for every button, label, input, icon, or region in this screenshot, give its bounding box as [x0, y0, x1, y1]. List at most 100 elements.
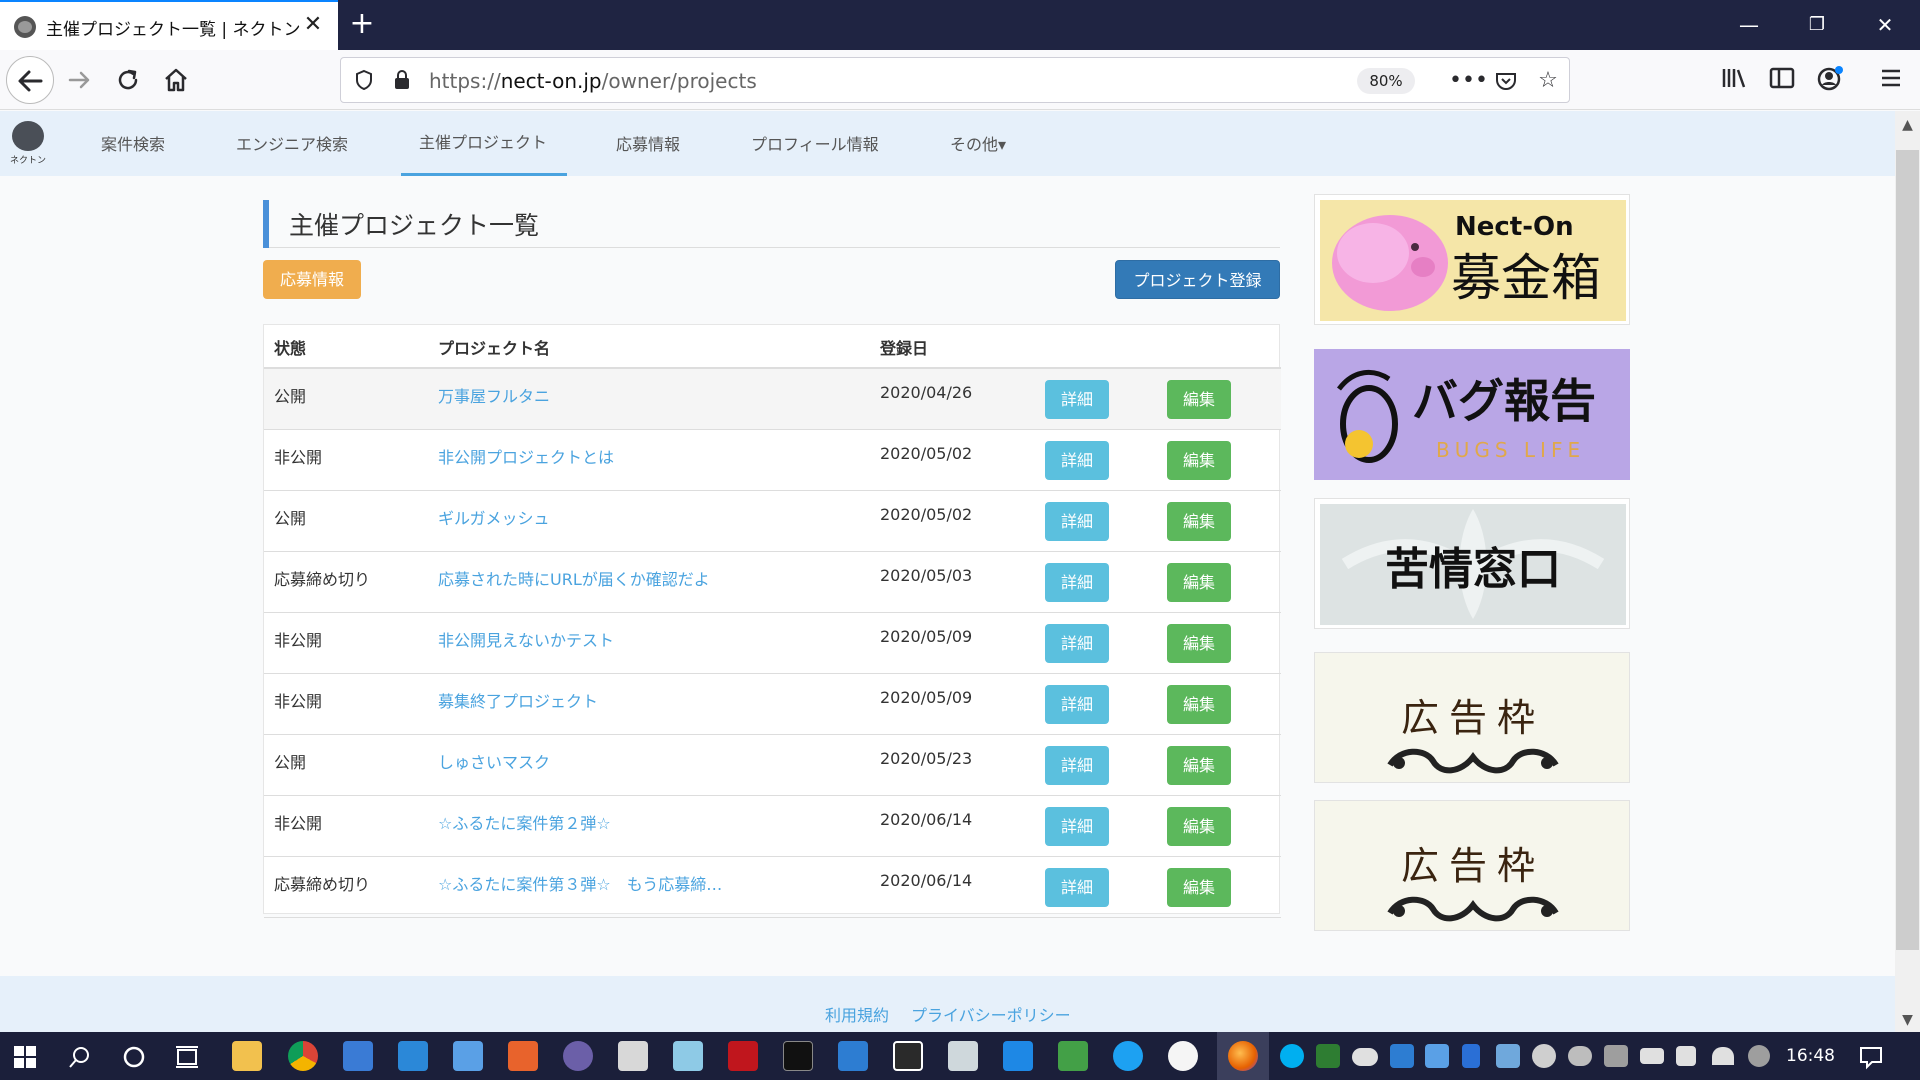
banner-donation-box[interactable]: Nect-On 募金箱	[1314, 194, 1630, 325]
tracking-shield-icon[interactable]	[355, 69, 373, 91]
app-icon[interactable]	[838, 1041, 868, 1071]
url-bar[interactable]: https://nect-on.jp/owner/projects 80% ••…	[340, 57, 1570, 103]
tray-icon[interactable]	[1390, 1044, 1414, 1068]
window-close-button[interactable]: ✕	[1852, 0, 1918, 50]
security-tray-icon[interactable]	[1316, 1044, 1340, 1068]
store-icon[interactable]	[343, 1041, 373, 1071]
account-icon[interactable]	[1814, 64, 1846, 96]
row-detail-button[interactable]: 詳細	[1045, 380, 1109, 419]
row-edit-button[interactable]: 編集	[1167, 563, 1231, 602]
banner-ad-slot-2[interactable]: 広告枠	[1314, 800, 1630, 931]
nav-item-applications[interactable]: 応募情報	[616, 131, 680, 155]
taskbar-search-icon[interactable]	[68, 1045, 92, 1069]
scrollbar-thumb[interactable]	[1896, 150, 1919, 950]
row-detail-button[interactable]: 詳細	[1045, 685, 1109, 724]
applications-button[interactable]: 応募情報	[263, 260, 361, 299]
tray-icon[interactable]	[1496, 1044, 1520, 1068]
tray-icon[interactable]	[1532, 1044, 1556, 1068]
windows-start-icon[interactable]	[14, 1046, 36, 1068]
onedrive-tray-icon[interactable]	[1352, 1048, 1378, 1066]
banner-bug-report[interactable]: バグ報告 BUGS LIFE	[1314, 349, 1630, 480]
app-icon[interactable]	[563, 1041, 593, 1071]
task-view-icon[interactable]	[174, 1045, 200, 1069]
row-detail-button[interactable]: 詳細	[1045, 746, 1109, 785]
reload-button[interactable]	[112, 64, 144, 96]
terminal-icon[interactable]	[783, 1041, 813, 1071]
bluetooth-tray-icon[interactable]	[1462, 1044, 1480, 1068]
app-icon[interactable]	[1058, 1041, 1088, 1071]
app-icon[interactable]	[398, 1041, 428, 1071]
nav-item-profile[interactable]: プロフィール情報	[751, 131, 879, 155]
scroll-up-icon[interactable]: ▲	[1895, 113, 1920, 138]
tab-close-icon[interactable]: ✕	[300, 12, 326, 38]
app-icon[interactable]	[728, 1041, 758, 1071]
nav-item-job-search[interactable]: 案件検索	[101, 131, 165, 155]
volume-tray-icon[interactable]	[1676, 1046, 1696, 1066]
star-icon[interactable]: ☆	[1533, 66, 1563, 96]
app-icon[interactable]	[618, 1041, 648, 1071]
itunes-icon[interactable]	[1168, 1041, 1198, 1071]
row-project-name-link[interactable]: 万事屋フルタニ	[438, 383, 550, 407]
row-edit-button[interactable]: 編集	[1167, 380, 1231, 419]
row-edit-button[interactable]: 編集	[1167, 441, 1231, 480]
window-restore-button[interactable]: ❐	[1784, 0, 1850, 50]
scroll-down-icon[interactable]: ▼	[1895, 1008, 1920, 1033]
row-edit-button[interactable]: 編集	[1167, 624, 1231, 663]
pocket-icon[interactable]	[1491, 66, 1521, 96]
firefox-icon[interactable]	[1228, 1041, 1258, 1071]
skype-tray-icon[interactable]	[1280, 1044, 1304, 1068]
chrome-icon[interactable]	[288, 1041, 318, 1071]
new-tab-button[interactable]: +	[346, 8, 378, 40]
forward-button[interactable]	[64, 64, 96, 96]
browser-tab-active[interactable]: 主催プロジェクト一覧 | ネクトン ✕	[0, 0, 338, 50]
url-text[interactable]: https://nect-on.jp/owner/projects	[429, 69, 757, 93]
mail-icon[interactable]	[1003, 1041, 1033, 1071]
file-explorer-icon[interactable]	[232, 1041, 262, 1071]
tray-icon[interactable]	[1425, 1044, 1449, 1068]
row-project-name-link[interactable]: 応募された時にURLが届くか確認だよ	[438, 566, 710, 590]
row-edit-button[interactable]: 編集	[1167, 868, 1231, 907]
row-project-name-link[interactable]: ☆ふるたに案件第２弾☆	[438, 810, 611, 834]
site-logo[interactable]: ネクトン	[10, 121, 46, 166]
row-project-name-link[interactable]: しゅさいマスク	[438, 749, 550, 773]
tray-icon[interactable]	[1568, 1046, 1592, 1066]
cortana-icon[interactable]	[122, 1045, 146, 1069]
row-detail-button[interactable]: 詳細	[1045, 563, 1109, 602]
row-detail-button[interactable]: 詳細	[1045, 441, 1109, 480]
row-detail-button[interactable]: 詳細	[1045, 868, 1109, 907]
register-project-button[interactable]: プロジェクト登録	[1115, 260, 1280, 299]
sidebar-icon[interactable]	[1766, 64, 1798, 96]
row-project-name-link[interactable]: ギルガメッシュ	[438, 505, 550, 529]
row-edit-button[interactable]: 編集	[1167, 746, 1231, 785]
library-icon[interactable]	[1718, 64, 1750, 96]
app-icon[interactable]	[673, 1041, 703, 1071]
edge-icon[interactable]	[1113, 1041, 1143, 1071]
row-project-name-link[interactable]: 非公開プロジェクトとは	[438, 444, 614, 468]
nav-item-other-dropdown[interactable]: その他▾	[950, 131, 1006, 155]
wifi-tray-icon[interactable]	[1712, 1047, 1734, 1065]
banner-ad-slot-1[interactable]: 広告枠	[1314, 652, 1630, 783]
zoom-level-badge[interactable]: 80%	[1357, 68, 1415, 94]
notification-center-icon[interactable]	[1858, 1044, 1884, 1070]
nav-item-hosted-projects[interactable]: 主催プロジェクト	[419, 129, 547, 153]
lock-icon[interactable]	[393, 69, 411, 91]
row-project-name-link[interactable]: 募集終了プロジェクト	[438, 688, 598, 712]
row-detail-button[interactable]: 詳細	[1045, 624, 1109, 663]
row-project-name-link[interactable]: 非公開見えないかテスト	[438, 627, 614, 651]
back-button[interactable]	[6, 56, 54, 104]
row-edit-button[interactable]: 編集	[1167, 502, 1231, 541]
home-button[interactable]	[160, 64, 192, 96]
more-icon[interactable]: •••	[1449, 66, 1488, 96]
app-icon[interactable]	[453, 1041, 483, 1071]
terms-link[interactable]: 利用規約	[825, 1002, 889, 1026]
privacy-policy-link[interactable]: プライバシーポリシー	[911, 1002, 1071, 1026]
tray-icon[interactable]	[1748, 1045, 1770, 1067]
row-detail-button[interactable]: 詳細	[1045, 807, 1109, 846]
tray-icon[interactable]	[1604, 1045, 1628, 1067]
banner-complaint-desk[interactable]: 苦情窓口	[1314, 498, 1630, 629]
app-icon[interactable]	[893, 1041, 923, 1071]
app-icon[interactable]	[948, 1041, 978, 1071]
window-minimize-button[interactable]: —	[1716, 0, 1782, 50]
taskbar-clock[interactable]: 16:48	[1786, 1046, 1835, 1066]
row-edit-button[interactable]: 編集	[1167, 685, 1231, 724]
